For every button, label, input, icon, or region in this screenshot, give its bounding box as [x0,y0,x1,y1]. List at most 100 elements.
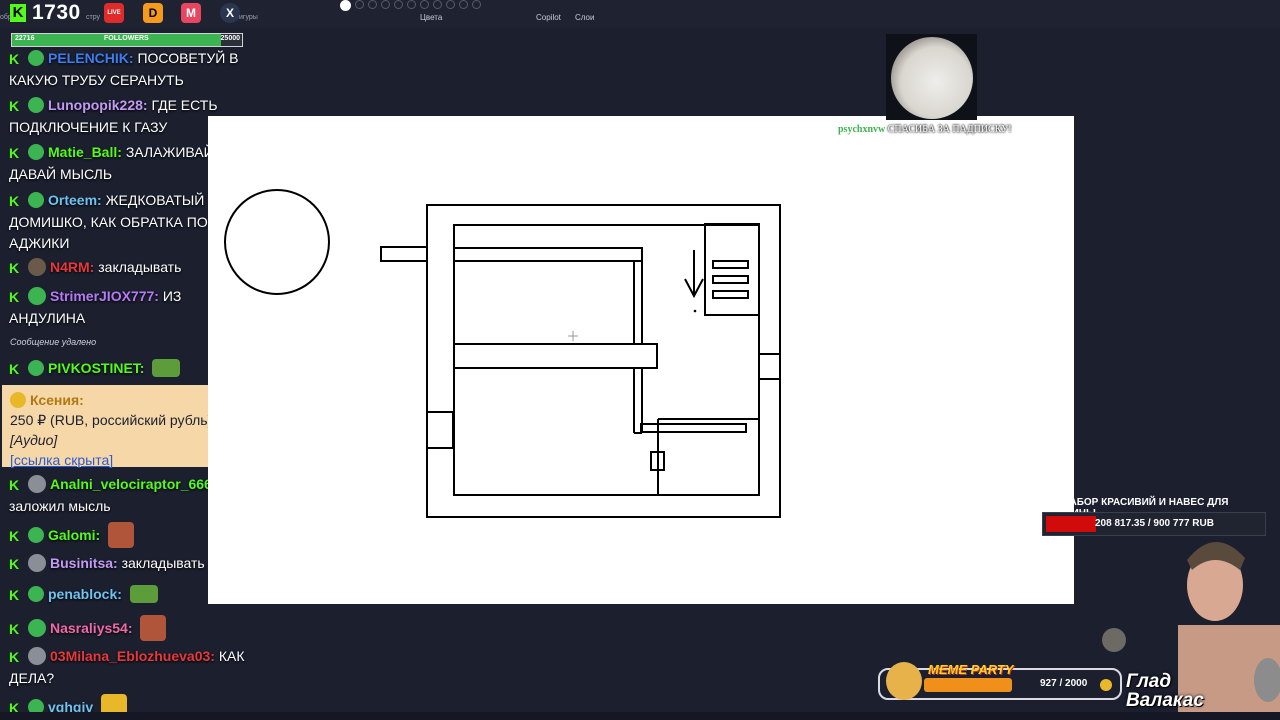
streamer-name: Глад Валакас [1126,671,1204,711]
kick-badge-icon: K [9,261,22,275]
kick-badge-icon: K [9,650,22,664]
donation-goal-fill [1046,516,1097,532]
meme-party-count: 927 / 2000 [1040,678,1088,689]
viewer-avatar [1102,628,1126,652]
face-emote-icon [108,522,135,548]
chat-username[interactable]: Businitsa: [50,555,118,571]
doge-icon [886,662,922,700]
alert-text: СПАСИБА ЗА ПАДПИСКУ! [887,124,1012,135]
chimney-pipe-shape [380,246,428,262]
menu-layers[interactable]: Слои [575,13,594,22]
user-avatar [28,619,46,637]
meme-party-title: MEME PARTY [928,662,1014,677]
chat-username[interactable]: Matie_Ball: [48,144,122,160]
menu-copilot[interactable]: Copilot [536,13,561,22]
chat-username[interactable]: PELENCHIK: [48,50,134,66]
chat-message: K Nasraliys54: [9,615,254,641]
circle-shape [224,189,330,295]
toolbar-label-figures: игуры [239,14,258,21]
toolbar-label-left: обр [0,14,12,21]
brush-size-dot[interactable] [446,0,455,9]
kick-badge-icon: K [9,529,22,543]
brush-size-dot[interactable] [355,0,364,9]
alert-webcam-thumbnail [886,34,977,120]
chat-username[interactable]: Lunopopik228: [48,97,148,113]
kick-badge-icon: K [9,557,22,571]
kick-badge-icon: K [9,194,22,208]
user-avatar [28,647,46,665]
followers-goal: 25000 [220,35,240,42]
kick-badge-icon: K [9,588,22,602]
meme-party-bar: MEME PARTY 927 / 2000 [878,662,1122,700]
house-outer-wall [426,204,781,518]
brush-size-dot[interactable] [368,0,377,9]
chat-username[interactable]: N4RM: [50,259,94,275]
chat-username[interactable]: StrimerJIOX777: [50,288,159,304]
memealerts-icon[interactable]: M [181,3,201,23]
meme-party-fill [924,678,1013,692]
top-bar: K 1730 обр стру LIVE D M X игуры Цвета C… [0,0,1280,28]
chat-username[interactable]: Nasraliys54: [50,620,133,636]
user-avatar [28,287,46,305]
middle-shelf-shape [453,343,658,369]
kick-badge-icon: K [9,622,22,636]
brush-size-dot[interactable] [420,0,429,9]
chat-username[interactable]: Galomi: [48,527,100,543]
chat-username[interactable]: 03Milana_Eblozhueva03: [50,648,215,664]
deleted-message-notice: Сообщение удалено [10,337,97,347]
door-right-shape [758,353,781,380]
chat-username[interactable]: penablock: [48,586,122,602]
chat-text: закладывать [98,259,182,275]
followers-goal-bar: 22716 FOLLOWERS 25000 [11,33,243,47]
face-emote-icon [140,615,167,641]
coin-icon [1100,679,1112,691]
brush-size-dot[interactable] [459,0,468,9]
bottom-strip [0,712,1280,720]
alert-username: psychxnvw [838,124,886,135]
brush-size-dot[interactable] [381,0,390,9]
chat-username[interactable]: Analni_velociraptor_666: [50,476,217,492]
brush-size-dot[interactable] [433,0,442,9]
toolbar-label-stream: стру [86,14,101,21]
subscriber-badge-icon [28,97,44,113]
chat-text: закладывать [121,555,205,571]
donation-amount: 250 ₽ [10,412,47,428]
user-avatar [28,258,46,276]
brush-size-dot[interactable] [407,0,416,9]
brush-size-dot[interactable] [340,0,351,11]
live-badge-icon[interactable]: LIVE [104,3,124,23]
window-box-shape [704,223,760,316]
house-floor-plan-drawing [224,189,781,518]
user-avatar [28,475,46,493]
coin-icon [10,392,26,408]
subscriber-badge-icon [28,586,44,602]
subscription-alert: psychxnvw СПАСИБА ЗА ПАДПИСКУ! [838,124,1012,135]
brush-size-dot[interactable] [394,0,403,9]
drawing-canvas[interactable] [208,116,1074,604]
chat-username[interactable]: PIVKOSTINET: [48,360,144,376]
alert-circle-image [891,37,973,119]
menu-colors[interactable]: Цвета [420,13,442,22]
upper-shelf-shape [453,247,643,262]
pepe-emote-icon [152,359,181,377]
donation-goal-progress: 208 817.35 / 900 777 RUB [1095,518,1214,529]
pepe-emote-icon [129,585,158,603]
subscriber-badge-icon [28,144,44,160]
subscriber-badge-icon [28,360,44,376]
chat-message: K 03Milana_Eblozhueva03: КАК ДЕЛА? [9,646,254,689]
x-close-icon[interactable]: X [220,3,240,23]
chat-username[interactable]: Orteem: [48,192,102,208]
donation-currency: (RUB, российский рубль) [50,412,213,428]
lower-shelf-shape [640,423,747,433]
kick-badge-icon: K [9,99,22,113]
donor-name: Ксения: [30,392,84,408]
donationalerts-icon[interactable]: D [143,3,163,23]
kick-badge-icon: K [9,52,22,66]
followers-label: FOLLOWERS [104,35,149,42]
chat-message: K PELENCHIK: ПОСОВЕТУЙ В КАКУЮ ТРУБУ СЕРА… [9,48,254,91]
kick-logo-icon: K [10,4,26,22]
user-avatar [28,554,46,572]
brush-size-selector[interactable] [340,0,481,11]
kick-badge-icon: K [9,146,22,160]
brush-size-dot[interactable] [472,0,481,9]
